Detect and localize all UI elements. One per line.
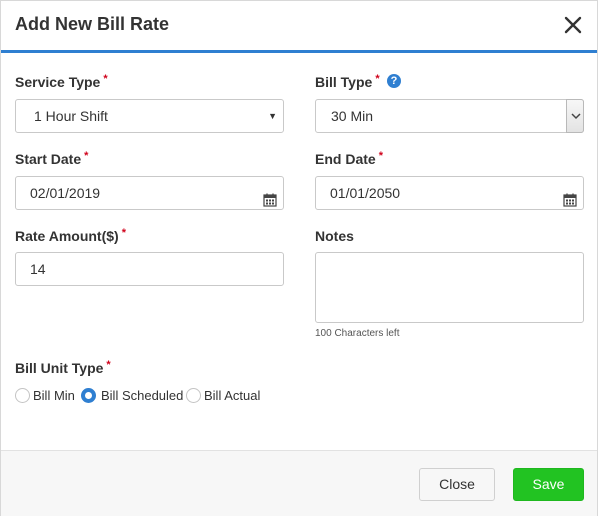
radio-label: Bill Scheduled [101,388,184,403]
dialog-title: Add New Bill Rate [15,14,170,34]
radio-bill-min[interactable]: Bill Min [15,387,80,405]
calendar-icon[interactable] [263,186,277,218]
end-date-input[interactable]: 01/01/2050 [315,176,584,210]
required-mark: * [106,359,111,371]
service-type-value: 1 Hour Shift [34,108,108,124]
chevron-down-icon[interactable] [566,99,584,133]
radio-label: Bill Actual [204,388,261,403]
start-date-value: 02/01/2019 [30,185,101,201]
dialog-header: Add New Bill Rate [1,1,597,53]
rate-amount-label: Rate Amount($) * [15,227,126,244]
close-button[interactable]: Close [419,468,495,501]
required-mark: * [378,150,383,162]
radio-label: Bill Min [33,388,75,403]
bill-unit-type-label: Bill Unit Type * [15,359,111,376]
end-date-value: 01/01/2050 [330,185,401,201]
radio-bill-scheduled[interactable]: Bill Scheduled [81,387,185,405]
start-date-label: Start Date * [15,150,89,167]
question-circle-icon[interactable]: ? [387,74,401,88]
close-icon[interactable] [559,11,587,39]
dialog-footer: Close Save [1,450,597,516]
required-mark: * [84,150,89,162]
service-type-select[interactable]: 1 Hour Shift ▼ [15,99,284,133]
end-date-label: End Date * [315,150,383,167]
radio-bill-actual[interactable]: Bill Actual [186,387,266,405]
radio-circle[interactable] [15,388,30,403]
caret-down-icon: ▼ [268,111,277,121]
service-type-label: Service Type * [15,73,108,90]
calendar-icon[interactable] [563,186,577,218]
rate-amount-value: 14 [30,261,46,277]
radio-circle[interactable] [186,388,201,403]
add-bill-rate-dialog: Add New Bill Rate Service Type * 1 Hour S… [0,0,598,516]
required-mark: * [375,73,380,85]
bill-type-label: Bill Type * [315,73,380,90]
notes-label: Notes [315,228,354,244]
bill-type-select[interactable]: 30 Min [315,99,584,133]
start-date-input[interactable]: 02/01/2019 [15,176,284,210]
required-mark: * [121,227,126,239]
notes-textarea[interactable] [315,252,584,323]
save-button[interactable]: Save [513,468,584,501]
required-mark: * [103,73,108,85]
notes-chars-left: 100 Characters left [315,328,400,339]
bill-type-value: 30 Min [331,108,374,124]
rate-amount-input[interactable]: 14 [15,252,284,286]
radio-circle-checked[interactable] [81,388,96,403]
